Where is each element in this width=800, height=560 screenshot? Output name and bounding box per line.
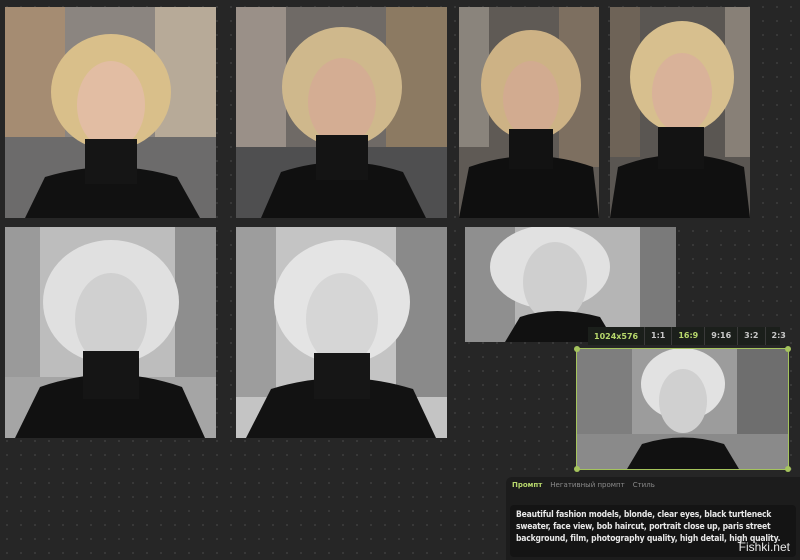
- portrait-bw-wide: [465, 227, 676, 342]
- prompt-tabs: Промпт Негативный промпт Стиль: [506, 477, 800, 489]
- portrait-bw-2: [236, 227, 447, 438]
- resize-handle-top-right[interactable]: [785, 346, 791, 352]
- generated-image-7[interactable]: [465, 227, 676, 342]
- ratio-option-9-16[interactable]: 9:16: [704, 327, 737, 345]
- resize-handle-bottom-left[interactable]: [574, 466, 580, 472]
- selection-frame: [576, 348, 789, 470]
- tab-negative-prompt[interactable]: Негативный промпт: [550, 481, 624, 489]
- resize-handle-top-left[interactable]: [574, 346, 580, 352]
- portrait-color-2: [236, 7, 447, 218]
- generated-image-3[interactable]: [459, 7, 599, 218]
- portrait-color-1: [5, 7, 216, 218]
- generated-image-1[interactable]: [5, 7, 216, 218]
- portrait-bw-1: [5, 227, 216, 438]
- portrait-color-4: [610, 7, 750, 218]
- ratio-option-1-1[interactable]: 1:1: [644, 327, 671, 345]
- generated-image-5[interactable]: [5, 227, 216, 438]
- generated-image-4[interactable]: [610, 7, 750, 218]
- ratio-option-2-3[interactable]: 2:3: [764, 327, 792, 345]
- ratio-option-16-9[interactable]: 16:9: [671, 327, 704, 345]
- generated-image-6[interactable]: [236, 227, 447, 438]
- tab-style[interactable]: Стиль: [633, 481, 655, 489]
- resolution-label: 1024x576: [594, 331, 639, 341]
- resize-handle-bottom-right[interactable]: [785, 466, 791, 472]
- watermark: Fishki.net: [738, 540, 790, 554]
- tab-prompt[interactable]: Промпт: [512, 481, 542, 489]
- portrait-color-3: [459, 7, 599, 218]
- aspect-ratio-toolbar: 1024x576 1:1 16:9 9:16 3:2 2:3: [588, 327, 786, 345]
- ratio-option-3-2[interactable]: 3:2: [737, 327, 764, 345]
- generated-image-2[interactable]: [236, 7, 447, 218]
